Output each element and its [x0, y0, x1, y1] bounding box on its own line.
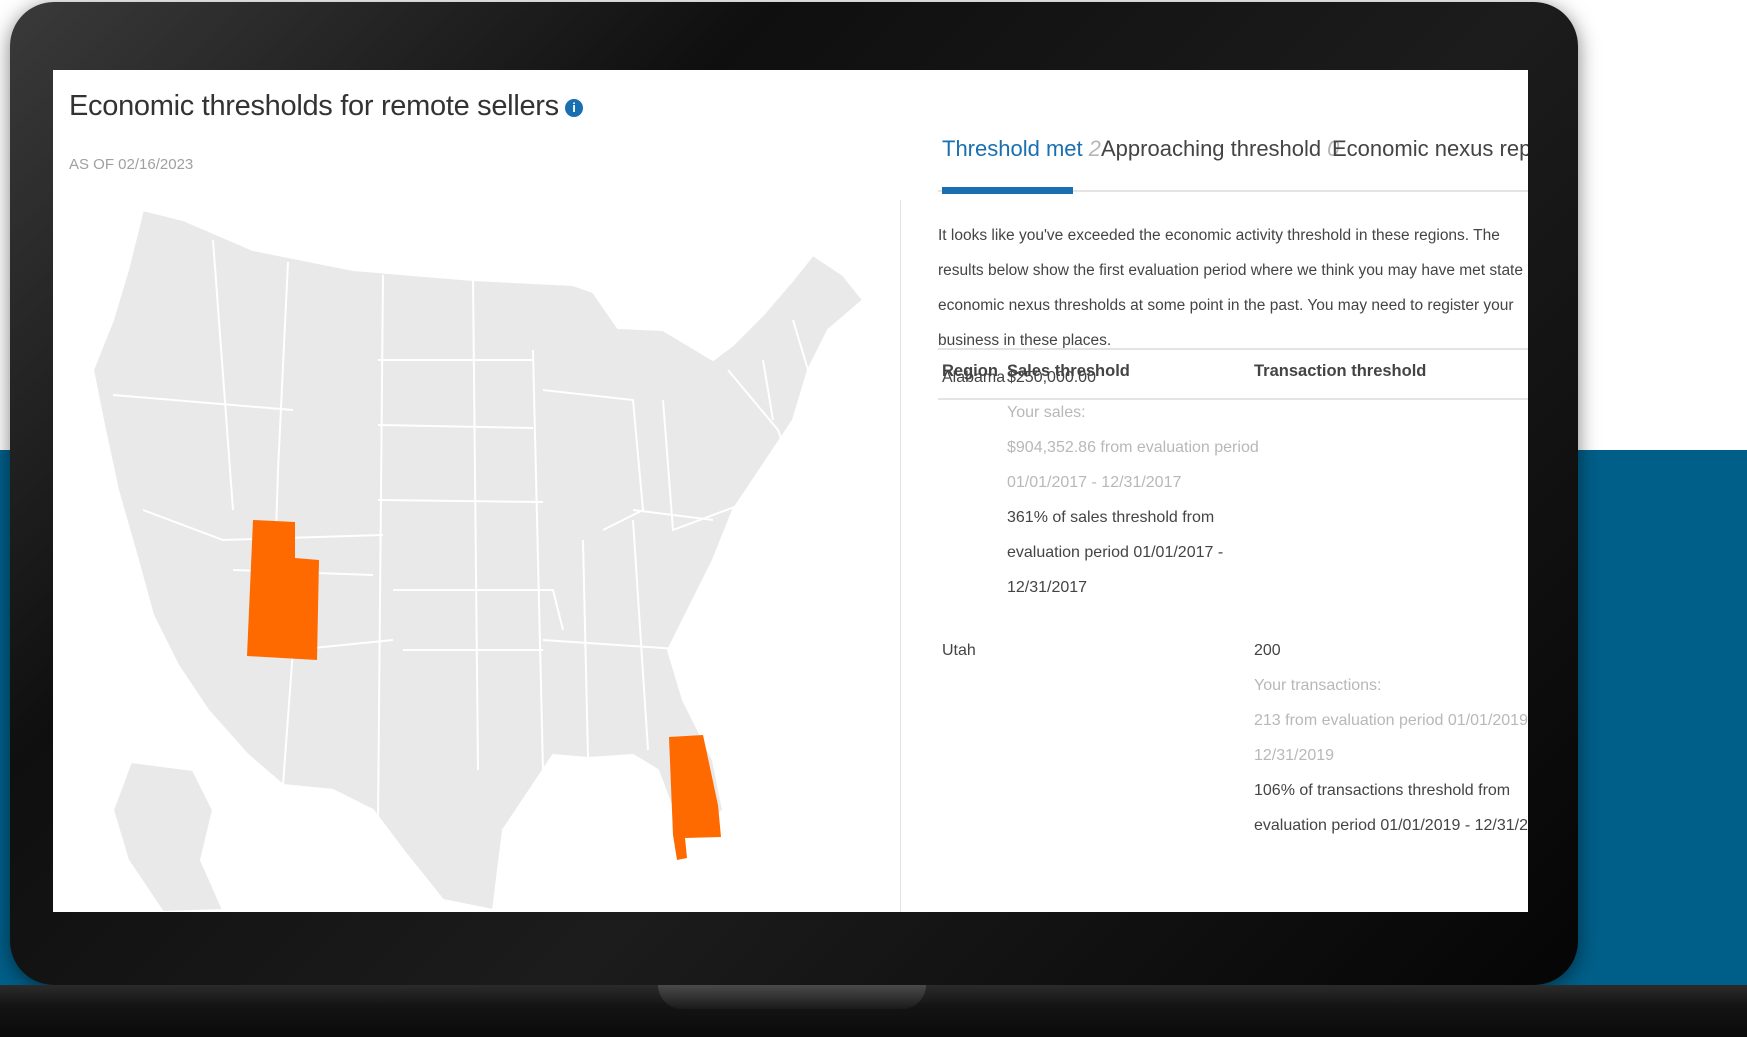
region-name: Alabama	[942, 369, 1006, 386]
map-state-alabama	[669, 735, 721, 860]
transaction-threshold-cell: 200 Your transactions: 213 from evaluati…	[1254, 633, 1528, 843]
threshold-description: It looks like you've exceeded the econom…	[938, 227, 1523, 349]
as-of-date: AS OF 02/16/2023	[69, 156, 194, 173]
percent-line: evaluation period 01/01/2019 - 12/31/201…	[1254, 817, 1528, 834]
column-header-transaction: Transaction threshold	[1254, 362, 1427, 380]
page-title: Economic thresholds for remote sellers i	[69, 90, 583, 123]
page-title-text: Economic thresholds for remote sellers	[69, 90, 559, 122]
tab-threshold-met[interactable]: Threshold met 2	[942, 136, 1101, 162]
percent-line: 106% of transactions threshold from	[1254, 782, 1511, 799]
threshold-value: $250,000.00	[1007, 369, 1096, 386]
app-screen: Economic thresholds for remote sellers i …	[53, 70, 1528, 912]
tab-label: Economic nexus report	[1332, 136, 1528, 161]
active-tab-indicator	[942, 187, 1073, 194]
percent-line: evaluation period 01/01/2017 -	[1007, 544, 1224, 561]
tab-economic-nexus-report[interactable]: Economic nexus report	[1332, 136, 1528, 162]
tab-label: Approaching threshold	[1101, 136, 1322, 161]
us-map	[73, 208, 943, 912]
tab-label: Threshold met	[942, 136, 1083, 161]
tab-bar: Threshold met 2 Approaching threshold 0 Ec…	[938, 134, 1528, 194]
tab-count: 2	[1088, 136, 1101, 161]
map-alaska	[111, 760, 225, 912]
your-transactions-label: Your transactions:	[1254, 677, 1382, 694]
info-icon[interactable]: i	[564, 99, 583, 117]
your-sales-period: 01/01/2017 - 12/31/2017	[1007, 474, 1182, 491]
your-transactions-value: 213 from evaluation period 01/01/2019 -	[1254, 712, 1528, 729]
percent-line: 361% of sales threshold from	[1007, 509, 1215, 526]
panel-divider	[900, 200, 901, 912]
sales-threshold-cell: $250,000.00 Your sales: $904,352.86 from…	[1007, 360, 1259, 605]
region-name: Utah	[942, 642, 976, 659]
us-map-svg	[91, 208, 865, 912]
your-transactions-period: 12/31/2019	[1254, 747, 1335, 764]
laptop-notch	[658, 985, 926, 1009]
threshold-value: 200	[1254, 642, 1281, 659]
your-sales-value: $904,352.86 from evaluation period	[1007, 439, 1259, 456]
your-sales-label: Your sales:	[1007, 404, 1086, 421]
tab-approaching-threshold[interactable]: Approaching threshold 0	[1101, 136, 1339, 162]
percent-line: 12/31/2017	[1007, 579, 1088, 596]
